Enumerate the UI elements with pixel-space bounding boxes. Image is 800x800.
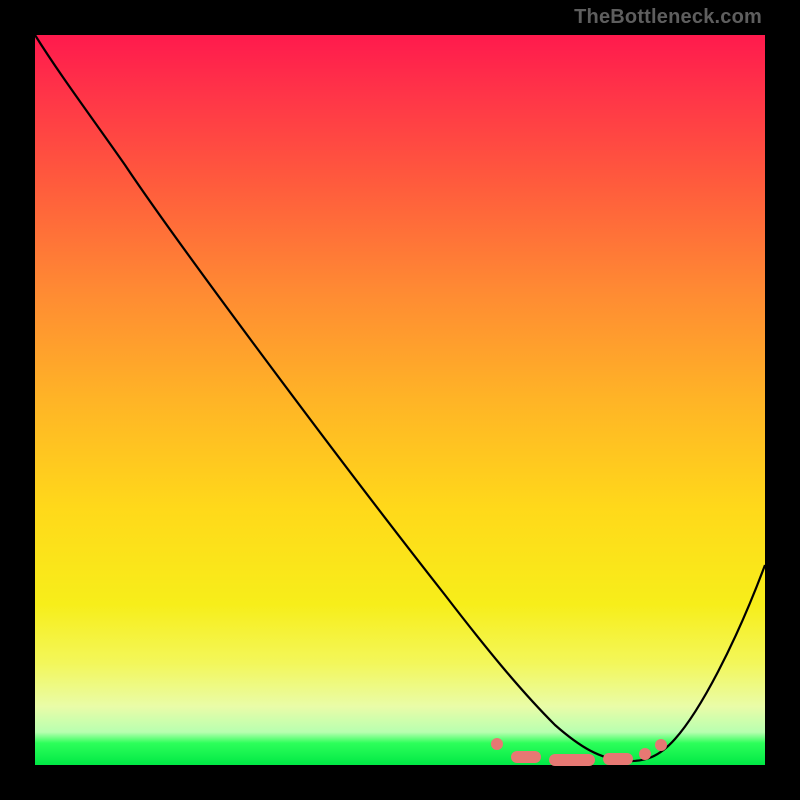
valley-marker-bar	[549, 754, 595, 766]
bottleneck-curve	[35, 35, 765, 761]
valley-marker-dot	[639, 748, 651, 760]
curve-svg	[35, 35, 765, 765]
valley-marker-dot	[491, 738, 503, 750]
watermark-text: TheBottleneck.com	[574, 6, 762, 29]
valley-marker-bar	[603, 753, 633, 765]
valley-marker-bar	[511, 751, 541, 763]
plot-area	[35, 35, 765, 765]
valley-marker-dot	[655, 739, 667, 751]
chart-frame: TheBottleneck.com	[0, 0, 800, 800]
